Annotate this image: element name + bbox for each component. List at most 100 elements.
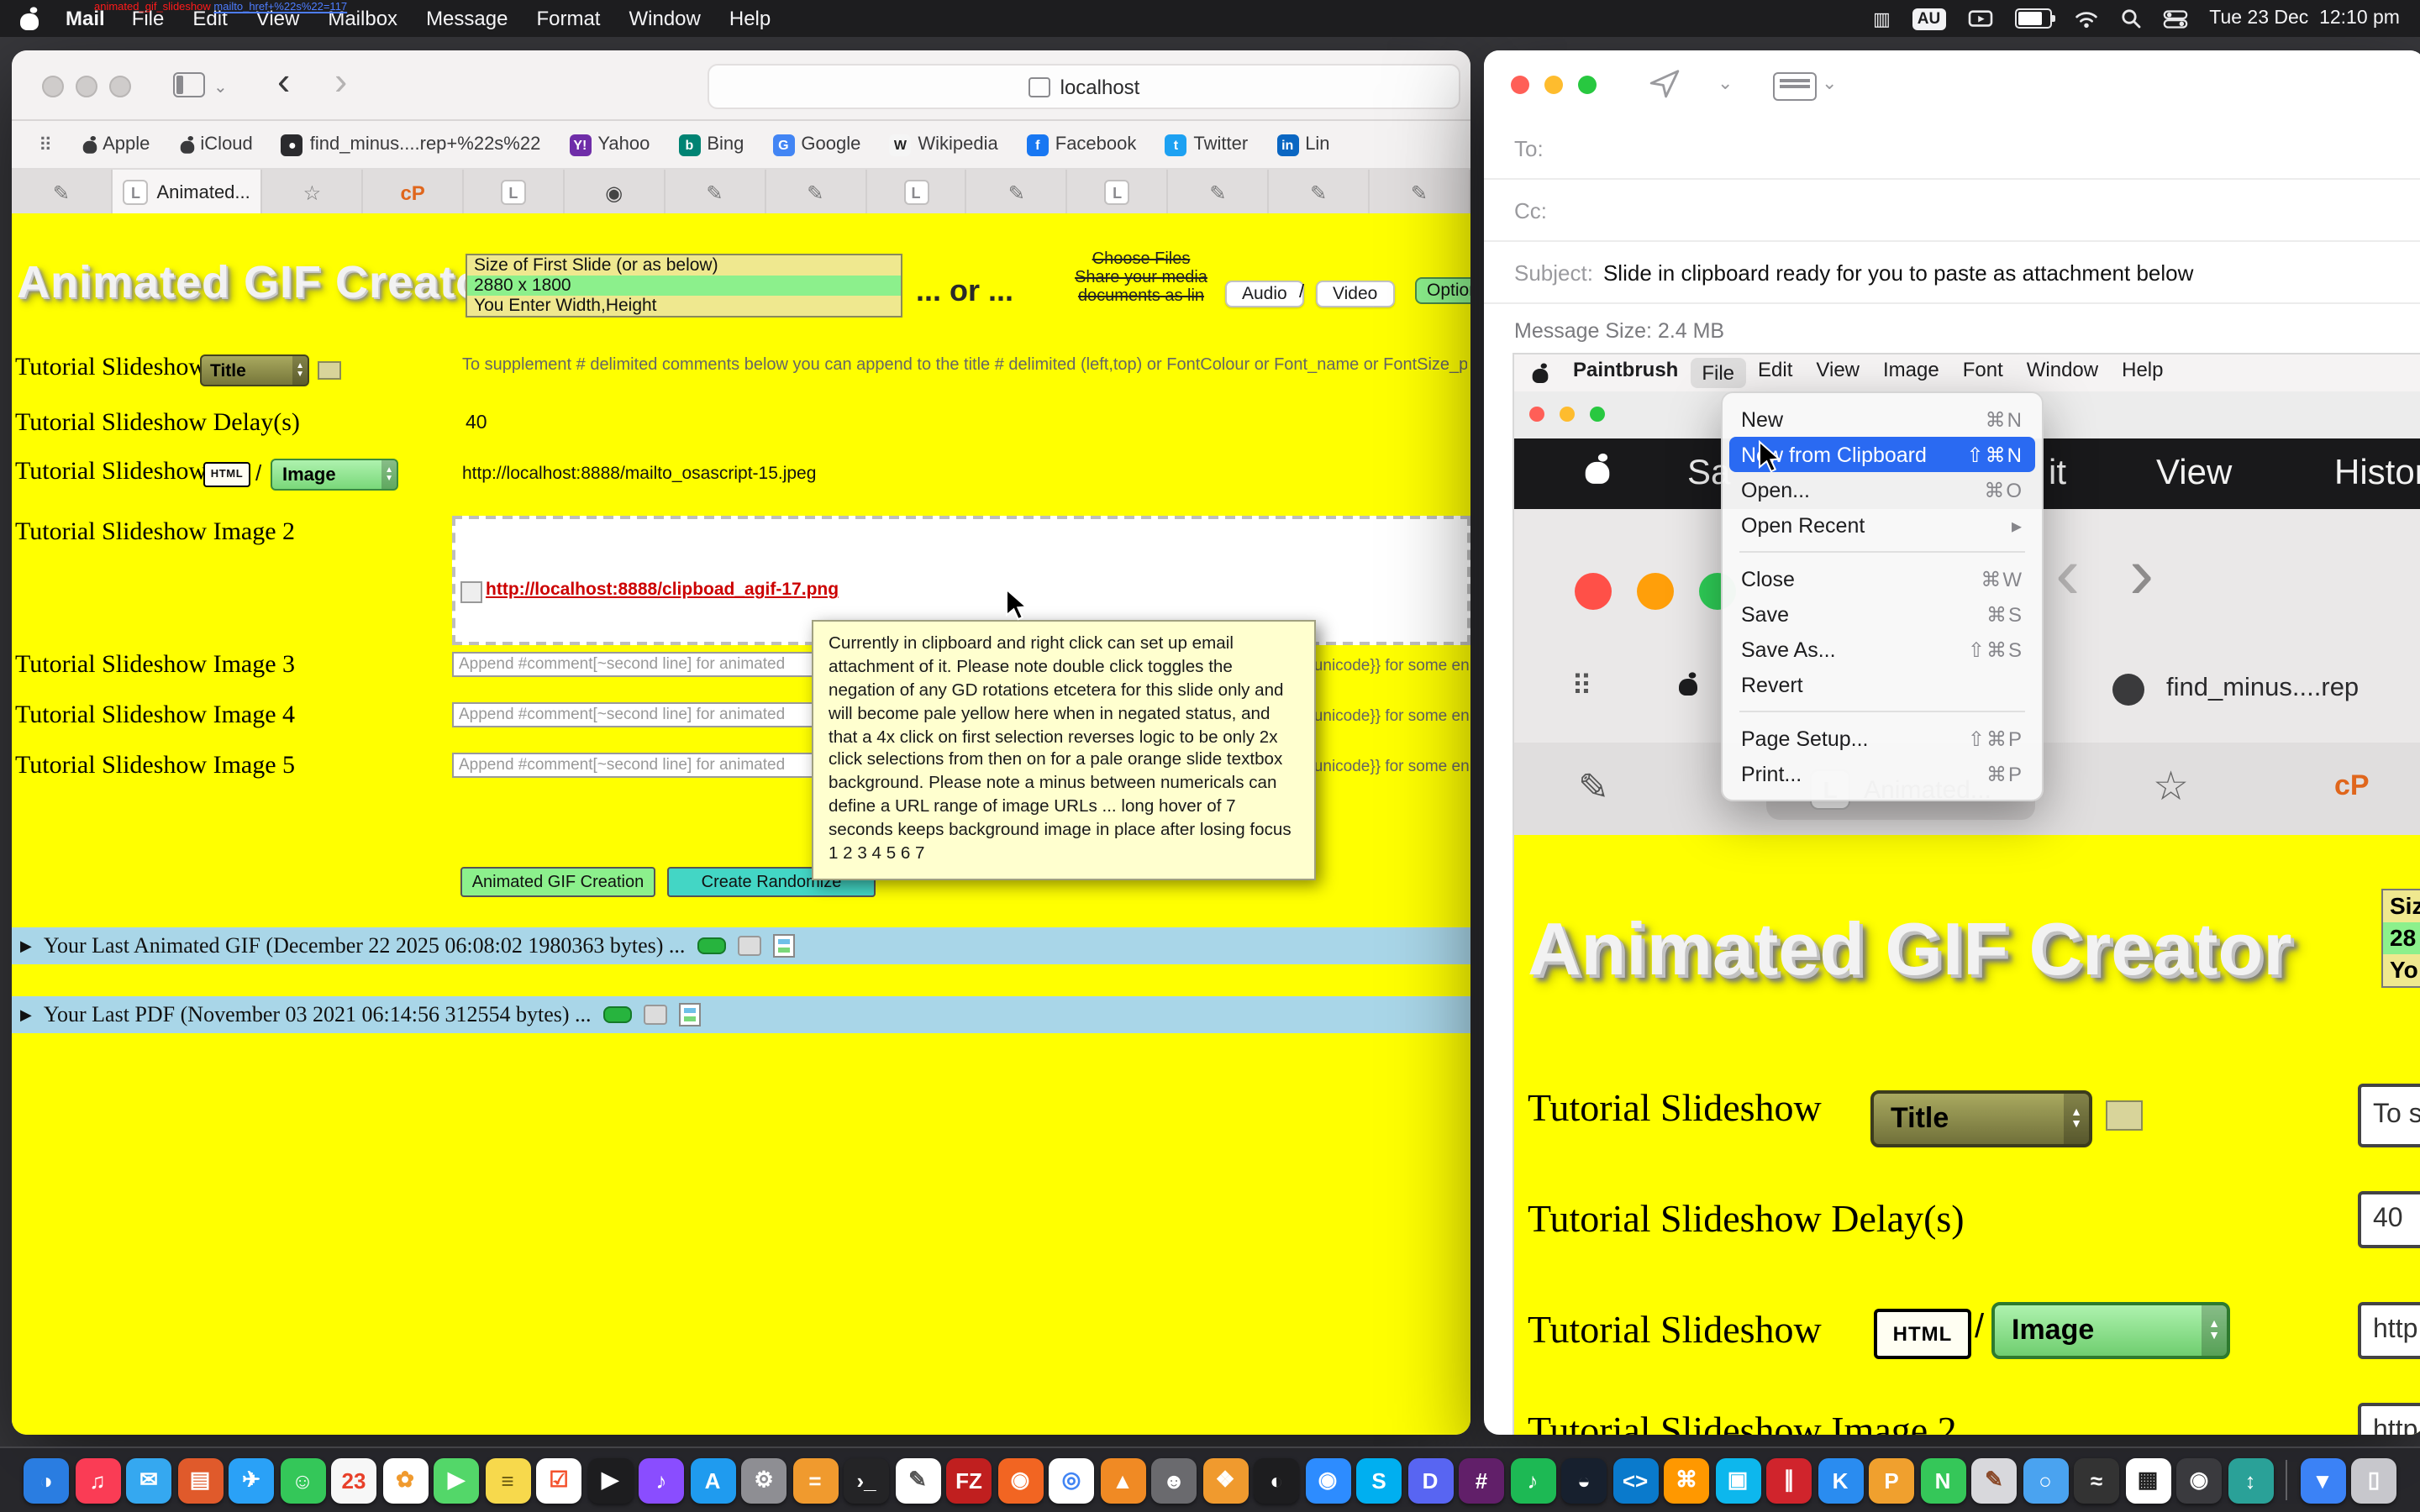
send-icon[interactable] xyxy=(1649,67,1681,99)
menu-item-revert[interactable]: Revert xyxy=(1723,667,2042,702)
browser-tab[interactable]: ✎ xyxy=(967,170,1068,215)
menu-format[interactable]: Format xyxy=(536,7,600,30)
menu-item-print[interactable]: Print...⌘P xyxy=(1723,756,2042,791)
spotlight-search-icon[interactable] xyxy=(2120,8,2140,29)
apple-menu-icon[interactable] xyxy=(20,8,39,29)
title-select[interactable]: Title ▲▼ xyxy=(200,354,309,386)
menu-item-close[interactable]: Close⌘W xyxy=(1723,561,2042,596)
favorite-lin[interactable]: inLin xyxy=(1276,134,1329,155)
disclosure-triangle-icon[interactable]: ▶ xyxy=(20,1005,32,1024)
browser-tab[interactable]: ✎ xyxy=(765,170,866,215)
dock-maps[interactable]: ▶ xyxy=(434,1457,479,1503)
html-button[interactable]: HTML xyxy=(203,462,250,487)
favorite-google[interactable]: GGoogle xyxy=(772,134,860,155)
dock-parallels[interactable]: ∥ xyxy=(1766,1457,1812,1503)
audio-button[interactable]: Audio xyxy=(1225,281,1304,307)
to-field[interactable]: To: xyxy=(1484,118,2420,180)
browser-tab[interactable]: ✎ xyxy=(1370,170,1470,215)
menu-item-open[interactable]: Open...⌘O xyxy=(1723,472,2042,507)
menu-item-new[interactable]: New⌘N xyxy=(1723,402,2042,437)
choose-files-block[interactable]: Choose Files Share your media documents … xyxy=(1057,250,1225,306)
menu-item-page-setup[interactable]: Page Setup...⇧⌘P xyxy=(1723,721,2042,756)
menu-clock[interactable]: Tue 23 Dec 12:10 pm xyxy=(2209,8,2400,29)
input-source-badge[interactable]: AU xyxy=(1912,8,1945,29)
dock-calendar[interactable]: 23 xyxy=(331,1457,376,1503)
browser-tab[interactable]: ☆ xyxy=(262,170,363,215)
document-icon[interactable] xyxy=(772,934,794,958)
last-animated-gif-bar[interactable]: ▶Your Last Animated GIF (December 22 202… xyxy=(12,927,1470,964)
minimize-button[interactable] xyxy=(76,76,97,97)
back-button[interactable]: ‹ xyxy=(277,59,290,104)
button-chip-icon[interactable] xyxy=(737,936,760,956)
cc-field[interactable]: Cc: xyxy=(1484,180,2420,242)
dock-photos[interactable]: ✿ xyxy=(382,1457,428,1503)
dock-tv[interactable]: ▶ xyxy=(587,1457,633,1503)
dock-slack[interactable]: # xyxy=(1459,1457,1504,1503)
dock-keynote[interactable]: K xyxy=(1818,1457,1863,1503)
close-button[interactable] xyxy=(1511,76,1529,94)
menu-help[interactable]: Help xyxy=(729,7,771,30)
attachment-screenshot[interactable]: PaintbrushFileEditViewImageFontWindowHel… xyxy=(1512,353,2420,1435)
browser-tab[interactable]: L xyxy=(866,170,967,215)
menu-item-open-recent[interactable]: Open Recent▸ xyxy=(1723,507,2042,543)
dock-discord[interactable]: D xyxy=(1407,1457,1453,1503)
address-bar[interactable]: localhost xyxy=(708,64,1460,109)
dock-preview[interactable]: ○ xyxy=(2023,1457,2068,1503)
favorite-apple[interactable]: Apple xyxy=(81,134,150,155)
favorite-wikipedia[interactable]: WWikipedia xyxy=(889,134,997,155)
close-button[interactable] xyxy=(42,76,64,97)
wifi-icon[interactable] xyxy=(2073,9,2098,28)
dock-obs[interactable]: ◐ xyxy=(1254,1457,1299,1503)
dock-safari[interactable]: ✈ xyxy=(229,1457,274,1503)
browser-tab[interactable]: L xyxy=(1068,170,1169,215)
dock-terminal[interactable]: ›_ xyxy=(844,1457,889,1503)
dock-blender[interactable]: ❖ xyxy=(1202,1457,1248,1503)
menu-item-save[interactable]: Save⌘S xyxy=(1723,596,2042,632)
dock-skype[interactable]: S xyxy=(1356,1457,1402,1503)
tab-animated-active[interactable]: LAnimated... xyxy=(113,170,263,215)
zoom-button[interactable] xyxy=(109,76,131,97)
menu-window[interactable]: Window xyxy=(629,7,701,30)
browser-tab[interactable]: L xyxy=(464,170,565,215)
minimize-button[interactable] xyxy=(1544,76,1563,94)
clipboard-url-link[interactable]: http://localhost:8888/clipboad_agif-17.p… xyxy=(486,580,839,600)
forward-button[interactable]: › xyxy=(334,59,347,104)
dock-trash[interactable]: ▯ xyxy=(2351,1457,2396,1503)
browser-tab[interactable]: ✎ xyxy=(666,170,766,215)
favorite-bing[interactable]: bBing xyxy=(678,134,744,155)
last-pdf-bar[interactable]: ▶Your Last PDF (November 03 2021 06:14:5… xyxy=(12,996,1470,1033)
color-swatch[interactable] xyxy=(318,361,341,380)
dock-spotify[interactable]: ♪ xyxy=(1510,1457,1555,1503)
dock-music[interactable]: ♫ xyxy=(75,1457,120,1503)
slide1-url[interactable]: http://localhost:8888/mailto_osascript-1… xyxy=(462,464,816,484)
dock-screen-share[interactable]: ↕ xyxy=(2228,1457,2273,1503)
send-options-chevron-icon[interactable]: ⌄ xyxy=(1718,72,1733,94)
zoom-button[interactable] xyxy=(1578,76,1597,94)
browser-tab[interactable]: ✎ xyxy=(12,170,113,215)
battery-icon[interactable] xyxy=(2014,8,2051,29)
dock-gimp[interactable]: ☻ xyxy=(1151,1457,1197,1503)
dock-qr-app[interactable]: ▦ xyxy=(2125,1457,2170,1503)
dock-settings[interactable]: ⚙ xyxy=(741,1457,786,1503)
video-button[interactable]: Video xyxy=(1316,281,1394,307)
browser-tab[interactable]: cP xyxy=(363,170,464,215)
dock-zoom[interactable]: ◉ xyxy=(1305,1457,1350,1503)
control-center-icon[interactable] xyxy=(2162,9,2187,28)
dock-sublime[interactable]: ⌘ xyxy=(1664,1457,1709,1503)
dock-camera[interactable]: ◉ xyxy=(2176,1457,2222,1503)
menu-message[interactable]: Message xyxy=(426,7,508,30)
status-pill-icon[interactable] xyxy=(697,937,725,954)
dock-calculator[interactable]: = xyxy=(792,1457,838,1503)
dock-steam[interactable]: ◒ xyxy=(1561,1457,1607,1503)
dock-books[interactable]: ▤ xyxy=(177,1457,223,1503)
favorite-find-minus-rep-22s-22[interactable]: ●find_minus....rep+%22s%22 xyxy=(281,134,541,155)
animated-gif-creation-button[interactable]: Animated GIF Creation xyxy=(460,867,655,897)
dock-filezilla[interactable]: FZ xyxy=(946,1457,992,1503)
favorite-icloud[interactable]: iCloud xyxy=(178,134,252,155)
dock-podcasts[interactable]: ♪ xyxy=(639,1457,684,1503)
menu-extra-icon[interactable]: ▥ xyxy=(1873,8,1891,29)
favorite-grid[interactable]: ⠿ xyxy=(39,134,52,155)
format-bar-icon[interactable] xyxy=(1773,72,1817,101)
dock-messages[interactable]: ☺ xyxy=(280,1457,325,1503)
dock-chrome[interactable]: ◎ xyxy=(1049,1457,1094,1503)
